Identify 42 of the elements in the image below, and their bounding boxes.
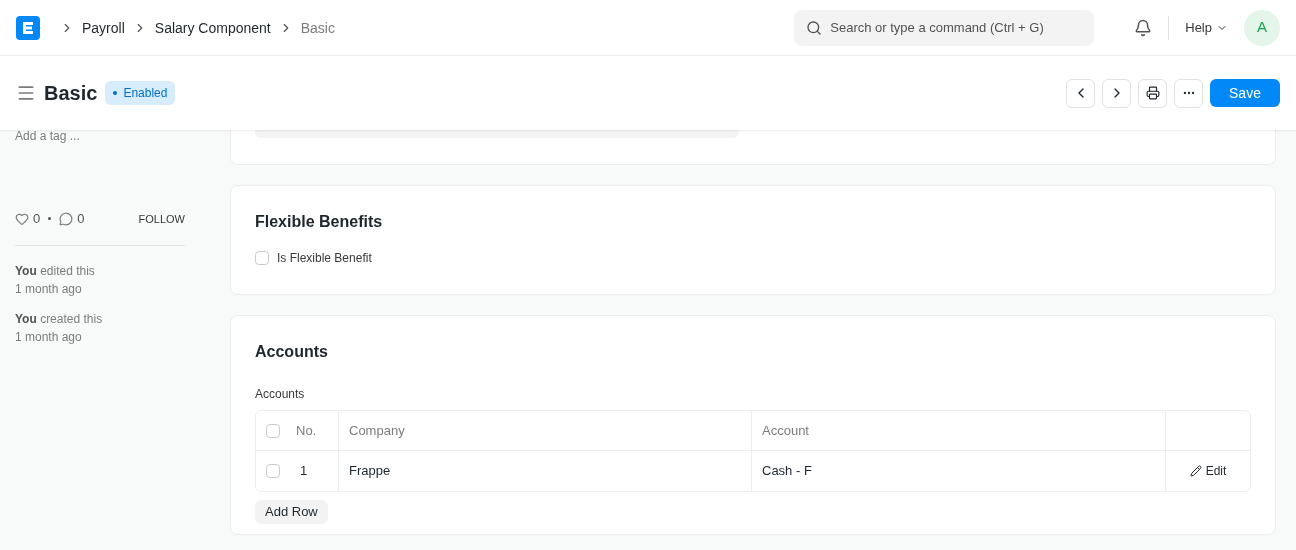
checkbox-label: Is Flexible Benefit (277, 250, 372, 266)
comment-icon[interactable] (59, 211, 74, 226)
menu-icon[interactable] (16, 83, 36, 103)
activity-text: You edited this (15, 262, 96, 280)
breadcrumb-link[interactable]: Salary Component (154, 17, 271, 38)
breadcrumb-link[interactable]: Basic (300, 17, 335, 38)
notification-icon[interactable] (1134, 18, 1153, 37)
heart-icon[interactable] (15, 211, 29, 226)
activity-text: You created this (15, 310, 104, 328)
checkbox[interactable] (266, 464, 280, 478)
comment-count: 0 (77, 210, 85, 228)
table-label: Accounts (255, 386, 306, 402)
search-icon (806, 19, 823, 36)
help-menu[interactable]: Help (1185, 17, 1228, 38)
printer-icon (1145, 86, 1160, 100)
table-cell-text: Frappe (349, 462, 391, 481)
pencil-icon (1189, 465, 1202, 477)
activity-time: 1 month ago (15, 280, 83, 298)
like-count: 0 (33, 210, 41, 228)
table-cell-text: Cash - F (762, 462, 812, 481)
status-badge: Enabled (105, 81, 176, 105)
column-header: Company (349, 421, 405, 440)
breadcrumb-link[interactable]: Payroll (82, 17, 125, 38)
column-header: Account (762, 421, 809, 440)
edit-button[interactable]: Edit (1189, 463, 1227, 479)
section-title: Flexible Benefits (255, 212, 384, 232)
add-tag-link[interactable]: Add a tag ... (15, 128, 185, 144)
previous-button[interactable] (1066, 78, 1095, 108)
checkbox[interactable] (266, 423, 280, 438)
search-field[interactable]: Search or type a command (Ctrl + G) (794, 9, 1095, 46)
print-button[interactable] (1138, 78, 1167, 108)
save-button[interactable]: Save (1210, 79, 1280, 107)
add-row-button[interactable]: Add Row (255, 500, 328, 524)
table-cell-text: 1 (300, 462, 308, 481)
section-title: Accounts (255, 342, 329, 362)
checkbox[interactable] (255, 251, 269, 265)
page-title: Basic (44, 81, 98, 106)
activity-time: 1 month ago (15, 328, 83, 346)
follow-link[interactable]: FOLLOW (138, 210, 185, 227)
column-header: No. (296, 421, 317, 440)
next-button[interactable] (1102, 78, 1131, 108)
app-logo-icon[interactable] (16, 15, 40, 40)
